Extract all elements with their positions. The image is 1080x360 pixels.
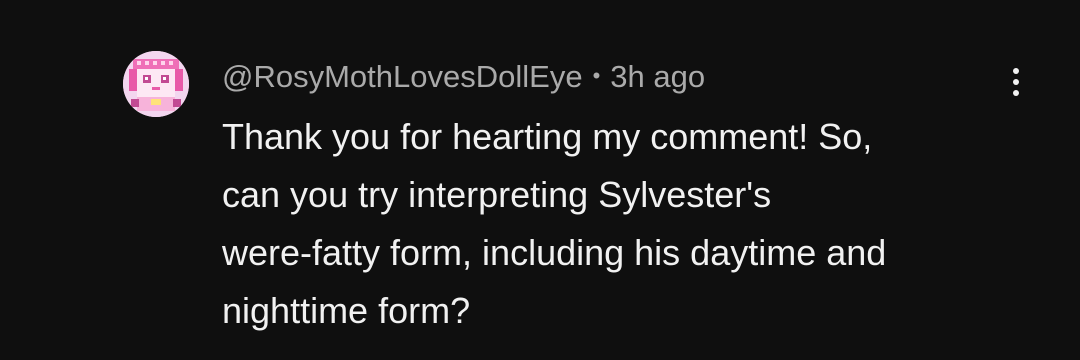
more-vertical-icon-dot [1013, 90, 1019, 96]
comment-item: @RosyMothLovesDollEye • 3h ago Thank you… [0, 0, 1080, 360]
comment-text: Thank you for hearting my comment! So, c… [222, 108, 1012, 340]
more-vertical-icon [1013, 68, 1019, 74]
comment-timestamp: 3h ago [610, 59, 706, 94]
comment-meta: @RosyMothLovesDollEye • 3h ago [222, 57, 705, 97]
user-avatar[interactable] [123, 51, 189, 117]
doll-avatar-icon [123, 51, 189, 117]
comment-text-line: were-fatty form, including his daytime a… [222, 232, 887, 273]
comment-text-line: can you try interpreting Sylvester's [222, 174, 772, 215]
meta-separator: • [592, 63, 601, 88]
more-options-button[interactable] [1000, 62, 1032, 102]
comment-text-line: Thank you for hearting my comment! So, [222, 116, 873, 157]
comment-text-line: nighttime form? [222, 290, 471, 331]
more-vertical-icon-dot [1013, 79, 1019, 85]
author-handle[interactable]: @RosyMothLovesDollEye [222, 59, 583, 95]
